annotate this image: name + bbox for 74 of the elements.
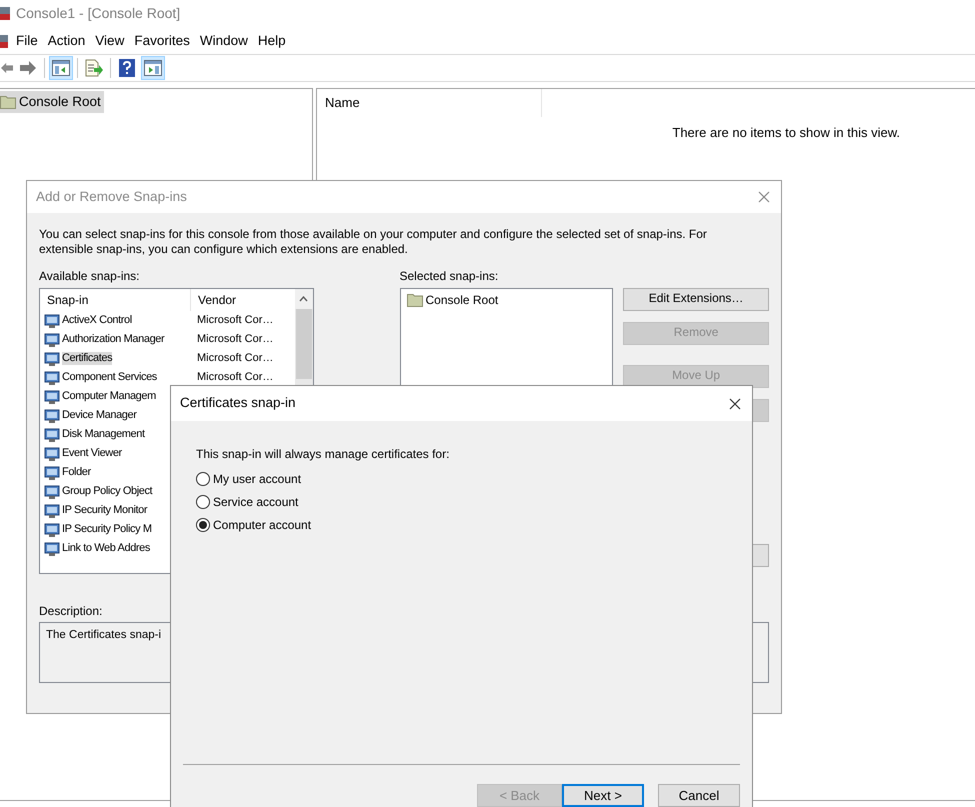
- snap-in-name[interactable]: Component Services: [62, 371, 157, 384]
- snap-in-name[interactable]: ActiveX Control: [62, 314, 132, 327]
- snap-in-name[interactable]: Event Viewer: [62, 447, 122, 460]
- column-header[interactable]: Vendor: [191, 289, 295, 311]
- snap-in-name[interactable]: Disk Management: [62, 428, 145, 441]
- vendor-cell-text: Microsoft Cor…: [196, 333, 274, 346]
- snap-in-icon: [44, 446, 60, 462]
- back-arrow-icon: [1, 62, 13, 74]
- snap-in-name[interactable]: Computer Managem: [62, 390, 156, 403]
- menu-item[interactable]: Window: [194, 30, 253, 52]
- column-header[interactable]: Name: [317, 89, 542, 117]
- snap-in-name[interactable]: Certificates: [62, 352, 112, 365]
- dialog-title: Add or Remove Snap-ins: [36, 188, 187, 206]
- column-header[interactable]: Snap-in: [40, 289, 191, 311]
- snap-in-icon: [44, 484, 60, 500]
- action-pane-icon: [144, 60, 162, 76]
- radio-button[interactable]: [196, 518, 210, 532]
- pane-icon: [52, 60, 70, 76]
- radio-option[interactable]: Computer account: [196, 517, 752, 533]
- snap-in-name[interactable]: Device Manager: [62, 409, 136, 422]
- prompt-text: This snap-in will always manage certificates for:: [196, 447, 450, 461]
- available-label: Available snap-ins:: [39, 269, 141, 283]
- snap-in-icon: [44, 312, 60, 328]
- app-icon: [0, 5, 10, 21]
- snap-in-icon: [44, 464, 60, 480]
- radio-button[interactable]: [196, 495, 210, 509]
- snap-in-name[interactable]: Folder: [62, 466, 91, 479]
- dialog-title: Certificates snap-in: [180, 394, 296, 412]
- snap-in-icon: [44, 388, 60, 404]
- snap-in-icon: [44, 426, 60, 442]
- toolbar-button[interactable]: [49, 56, 73, 80]
- menu-item[interactable]: View: [90, 30, 130, 52]
- description-text: The Certificates snap-i: [46, 629, 162, 641]
- help-icon: [119, 59, 135, 77]
- snap-in-name[interactable]: IP Security Monitor: [62, 504, 148, 517]
- snap-in-name[interactable]: Link to Web Addres: [62, 542, 150, 555]
- snap-in-icon: [44, 522, 60, 538]
- vendor-cell-text: Microsoft Cor…: [196, 352, 274, 365]
- toolbar-button[interactable]: [141, 56, 165, 80]
- menu-item[interactable]: File: [11, 30, 43, 52]
- empty-message: There are no items to show in this view.: [672, 124, 900, 142]
- radio-option[interactable]: Service account: [196, 494, 752, 510]
- vendor-cell-text: Microsoft Cor…: [196, 371, 274, 384]
- folder-icon: [0, 95, 16, 109]
- wizard-button[interactable]: Next >: [562, 784, 644, 807]
- app-icon: [0, 33, 8, 49]
- menu-item[interactable]: Action: [42, 30, 90, 52]
- radio-option[interactable]: My user account: [196, 471, 752, 487]
- snap-in-icon: [44, 408, 60, 424]
- tree-item[interactable]: Console Root: [0, 91, 104, 113]
- radio-button[interactable]: [196, 472, 210, 486]
- vendor-cell-text: Microsoft Cor…: [196, 314, 274, 327]
- close-icon[interactable]: [729, 398, 741, 410]
- window-title: Console1 - [Console Root]: [16, 4, 180, 23]
- forward-arrow-icon: [20, 61, 36, 75]
- snap-in-icon: [44, 350, 60, 366]
- snap-in-icon: [44, 540, 60, 556]
- scroll-up-icon[interactable]: [299, 296, 308, 302]
- wizard-button[interactable]: Cancel: [658, 784, 740, 807]
- folder-icon: [406, 293, 422, 307]
- menu-item[interactable]: Help: [252, 30, 291, 52]
- selected-item[interactable]: Console Root: [406, 291, 612, 309]
- selected-label: Selected snap-ins:: [400, 269, 500, 283]
- description-label: Description:: [39, 604, 104, 618]
- snap-in-name[interactable]: IP Security Policy M: [62, 523, 152, 536]
- intro-text: You can select snap-ins for this console from those available on your computer and configure the selected set of snap-ins. For extensible snap-ins, you can configure which extensions are enabled.: [39, 227, 708, 257]
- snap-in-icon: [44, 332, 60, 348]
- dialog-button[interactable]: Edit Extensions…: [623, 288, 769, 311]
- snap-in-name[interactable]: Authorization Manager: [62, 333, 164, 346]
- menu-item[interactable]: Favorites: [129, 30, 195, 52]
- export-list-icon: [85, 59, 103, 77]
- snap-in-icon: [44, 502, 60, 518]
- snap-in-name[interactable]: Group Policy Object: [62, 485, 152, 498]
- snap-in-icon: [44, 370, 60, 386]
